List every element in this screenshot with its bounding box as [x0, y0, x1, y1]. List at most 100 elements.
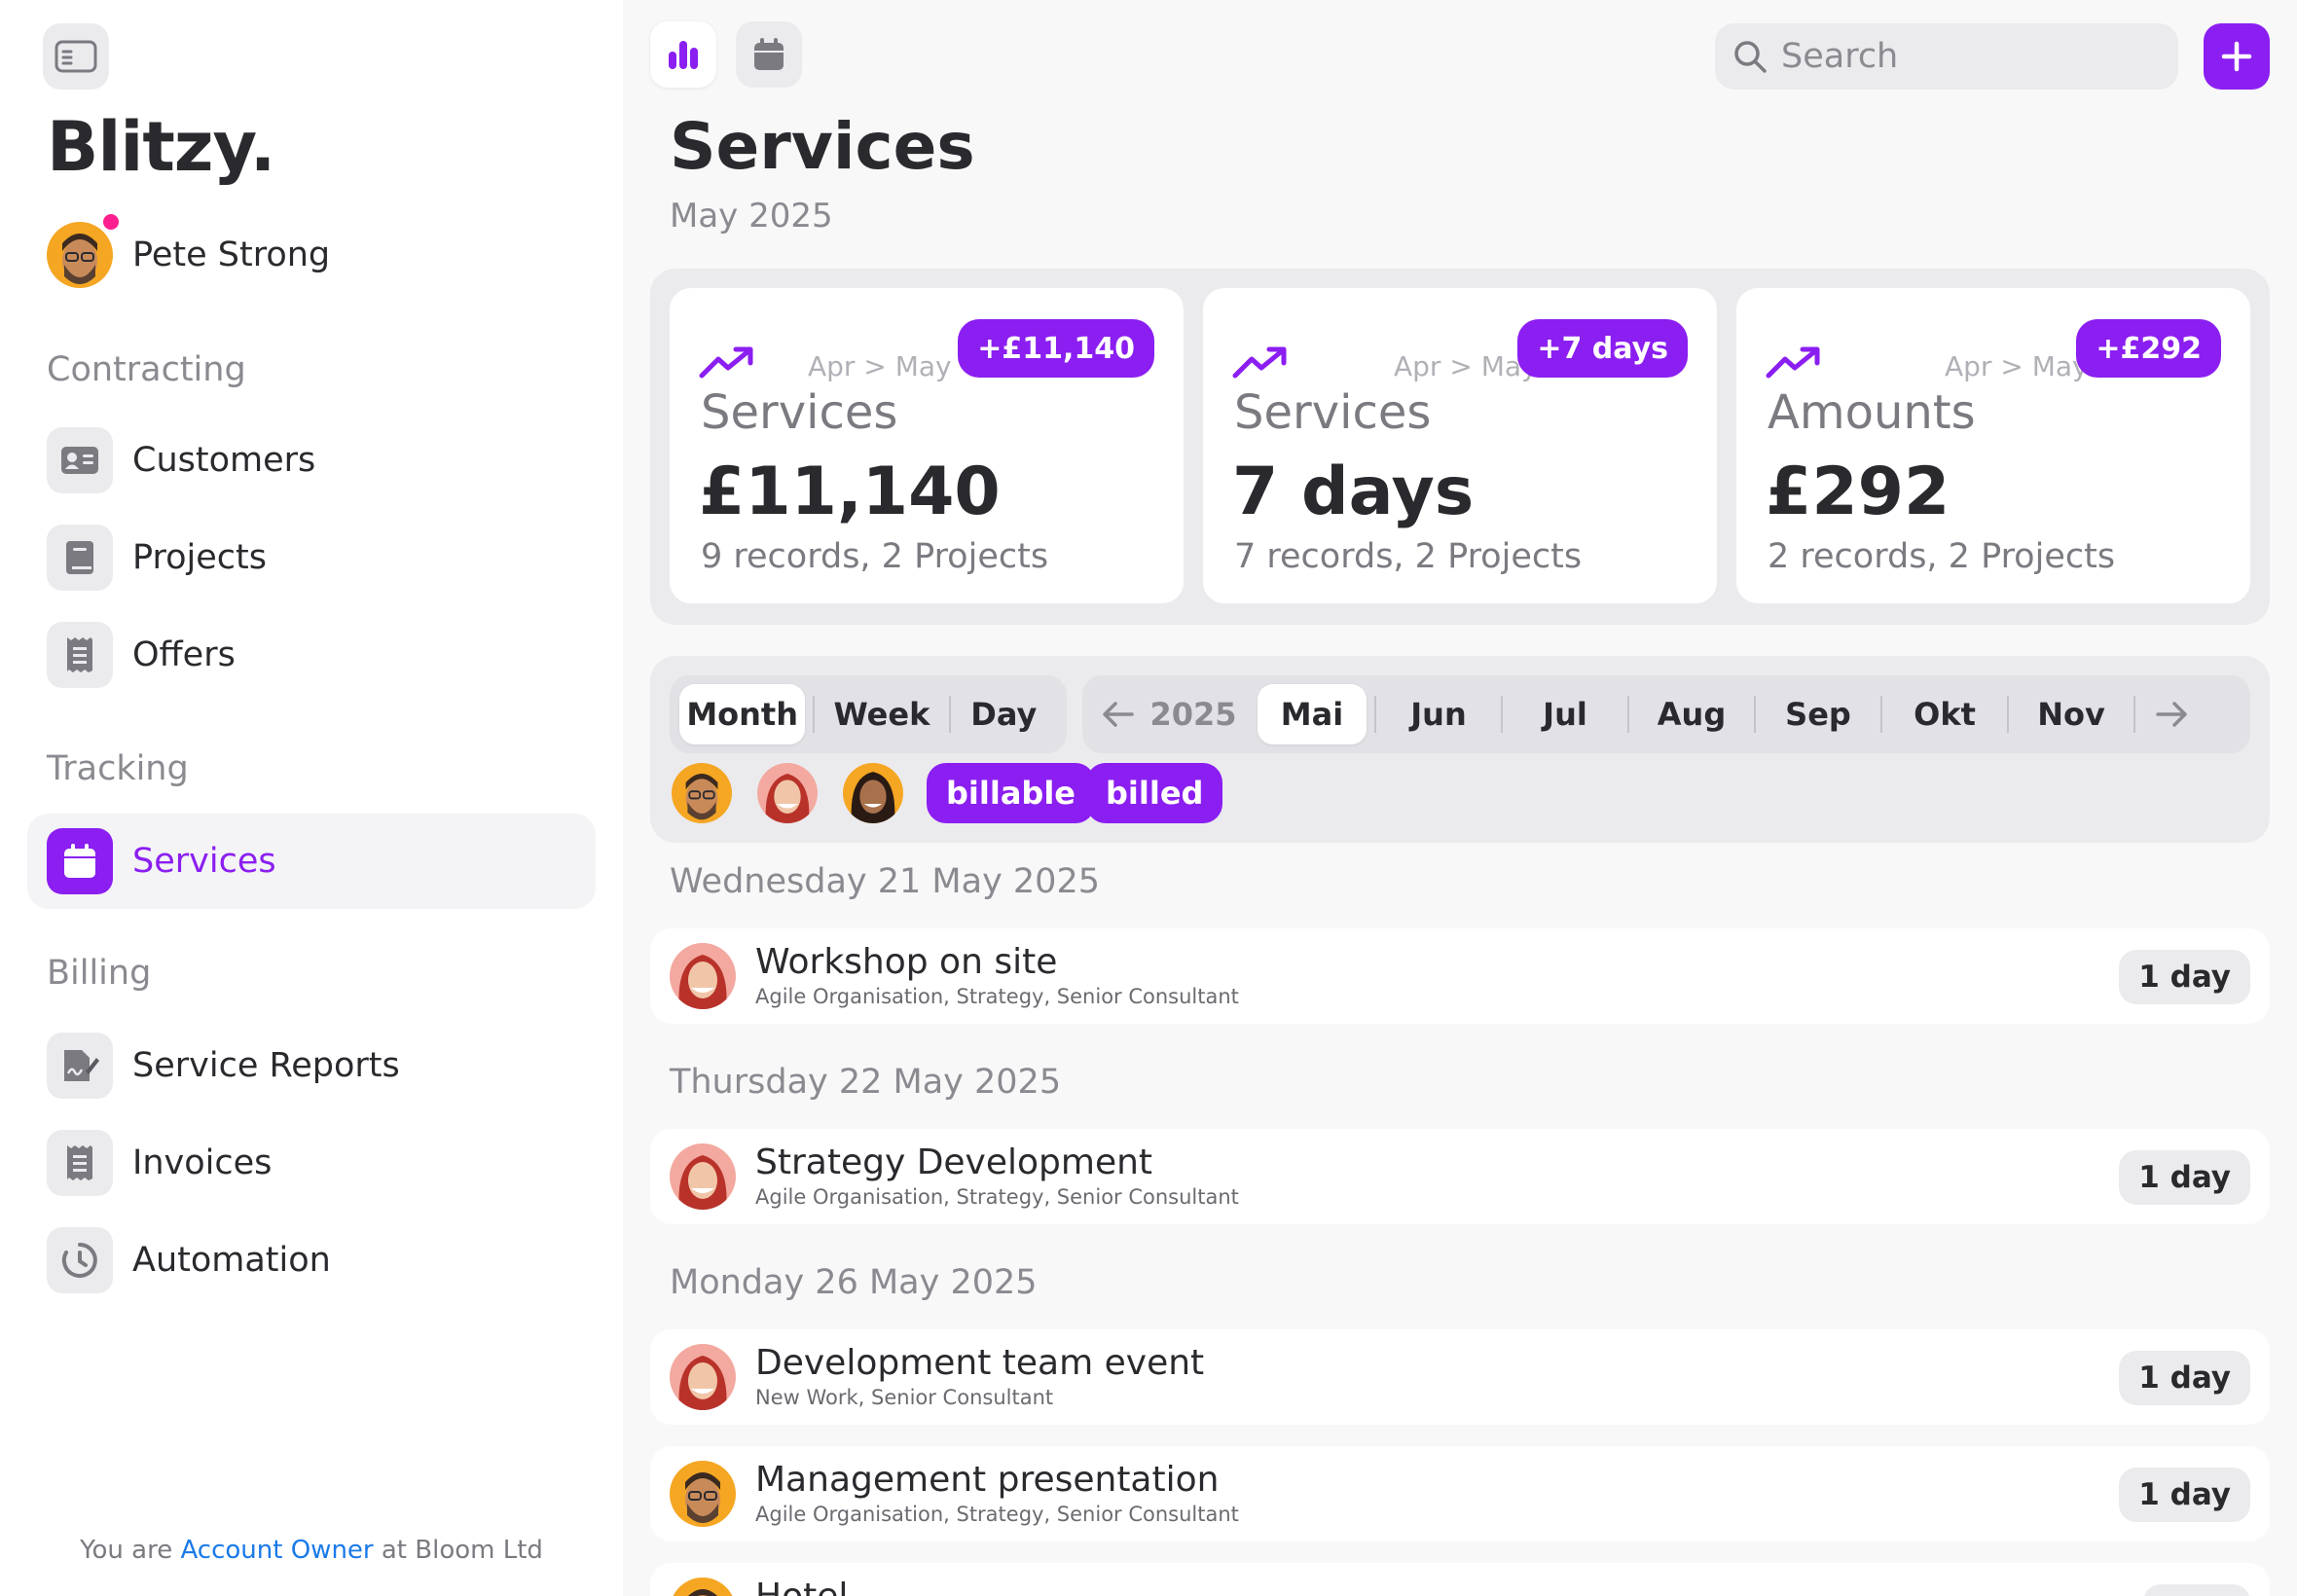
sidebar-item-invoices[interactable]: Invoices: [27, 1115, 596, 1211]
footer-prefix: You are: [80, 1536, 181, 1565]
stat-delta-badge: +£292: [2076, 319, 2221, 378]
period-month[interactable]: Month: [679, 684, 806, 744]
user-profile[interactable]: Pete Strong: [47, 222, 330, 288]
notification-dot: [103, 214, 119, 230]
filter-avatar-pete[interactable]: [672, 763, 732, 823]
stat-label: Services: [1234, 385, 1432, 440]
calendar-icon: [754, 38, 784, 70]
month-aug[interactable]: Aug: [1629, 684, 1754, 744]
id-card-icon: [47, 427, 113, 493]
timer-icon: [47, 1227, 113, 1293]
period-day[interactable]: Day: [951, 684, 1057, 744]
book-icon: [47, 525, 113, 591]
day-header: Monday 26 May 2025: [670, 1263, 1038, 1302]
account-owner-link[interactable]: Account Owner: [180, 1536, 373, 1565]
user-name: Pete Strong: [132, 236, 331, 274]
sidebar-toggle-icon: [55, 40, 97, 73]
list-item[interactable]: Management presentation Agile Organisati…: [650, 1446, 2270, 1542]
sidebar: Blitzy. Pete Strong Contracting Customer…: [0, 0, 623, 1596]
search-box[interactable]: [1715, 23, 2178, 90]
filter-avatar-colleague-1[interactable]: [757, 763, 818, 823]
avatar: [670, 1143, 736, 1210]
entry-subtitle: Agile Organisation, Strategy, Senior Con…: [755, 1185, 1239, 1209]
entry-subtitle: New Work, Senior Consultant: [755, 1386, 1054, 1409]
stat-range: Apr > May: [1945, 350, 2089, 382]
duration-badge: 1 day: [2119, 1150, 2250, 1205]
duration-badge: 1 day: [2119, 1468, 2250, 1522]
stat-records: 9 records, 2 Projects: [701, 537, 1049, 576]
sidebar-item-services[interactable]: Services: [27, 814, 596, 909]
prev-arrow-button[interactable]: [1092, 684, 1145, 744]
period-selector: Month Week Day: [670, 675, 1067, 753]
list-item[interactable]: Strategy Development Agile Organisation,…: [650, 1129, 2270, 1224]
entry-subtitle: Agile Organisation, Strategy, Senior Con…: [755, 985, 1239, 1008]
stat-delta-badge: +7 days: [1517, 319, 1688, 378]
sidebar-item-label: Invoices: [132, 1143, 273, 1182]
next-arrow-button[interactable]: [2141, 684, 2202, 744]
avatar: [670, 1578, 736, 1596]
stat-records: 2 records, 2 Projects: [1768, 537, 2116, 576]
avatar: [47, 222, 113, 288]
sidebar-toggle-button[interactable]: [43, 23, 109, 90]
month-nov[interactable]: Nov: [2009, 684, 2133, 744]
sidebar-item-label: Services: [132, 842, 276, 881]
entry-title: Workshop on site: [755, 942, 1058, 982]
stat-value: 7 days: [1232, 453, 1475, 530]
list-item[interactable]: Development team event New Work, Senior …: [650, 1329, 2270, 1425]
search-input[interactable]: [1781, 37, 2151, 76]
filter-avatar-colleague-2[interactable]: [843, 763, 903, 823]
main-content: Services May 2025 Apr > May +£11,140 Ser…: [623, 0, 2297, 1596]
arrow-left-icon: [1103, 702, 1134, 727]
sidebar-item-automation[interactable]: Automation: [27, 1213, 596, 1308]
day-header: Wednesday 21 May 2025: [670, 862, 1100, 901]
sidebar-item-projects[interactable]: Projects: [27, 510, 596, 605]
section-title-contracting: Contracting: [47, 350, 246, 389]
sidebar-item-label: Customers: [132, 441, 316, 480]
entry-title: Hotel: [755, 1577, 848, 1596]
arrow-right-icon: [2156, 702, 2187, 727]
stat-records: 7 records, 2 Projects: [1234, 537, 1583, 576]
tag-billed[interactable]: billed: [1086, 763, 1223, 823]
month-sep[interactable]: Sep: [1756, 684, 1880, 744]
stat-card-services-amount[interactable]: Apr > May +£11,140 Services £11,140 9 re…: [670, 288, 1184, 603]
stat-value: £11,140: [699, 453, 1001, 530]
month-jul[interactable]: Jul: [1503, 684, 1627, 744]
sidebar-item-service-reports[interactable]: Service Reports: [27, 1018, 596, 1113]
sidebar-item-label: Automation: [132, 1241, 331, 1280]
month-mai[interactable]: Mai: [1258, 684, 1367, 744]
day-header: Thursday 22 May 2025: [670, 1063, 1062, 1102]
signature-icon: [47, 1033, 113, 1099]
entry-title: Development team event: [755, 1343, 1205, 1383]
stat-value: £292: [1766, 453, 1951, 530]
tag-billable[interactable]: billable: [927, 763, 1095, 823]
sidebar-item-customers[interactable]: Customers: [27, 413, 596, 508]
sidebar-item-offers[interactable]: Offers: [27, 607, 596, 703]
trend-up-icon: [1766, 346, 1820, 379]
add-button[interactable]: [2204, 23, 2270, 90]
avatar: [670, 1461, 736, 1527]
trend-up-icon: [699, 346, 753, 379]
entry-subtitle: Agile Organisation, Strategy, Senior Con…: [755, 1503, 1239, 1526]
sidebar-item-label: Service Reports: [132, 1046, 400, 1085]
month-okt[interactable]: Okt: [1882, 684, 2007, 744]
stat-card-amounts[interactable]: Apr > May +£292 Amounts £292 2 records, …: [1736, 288, 2250, 603]
plus-icon: [2221, 41, 2252, 72]
tab-calendar[interactable]: [736, 21, 802, 88]
account-role-note: You are Account Owner at Bloom Ltd: [0, 1536, 623, 1565]
list-item[interactable]: Hotel: [650, 1563, 2270, 1596]
receipt-icon: [47, 1130, 113, 1196]
stat-label: Amounts: [1768, 385, 1976, 440]
month-jun[interactable]: Jun: [1376, 684, 1501, 744]
stat-card-services-days[interactable]: Apr > May +7 days Services 7 days 7 reco…: [1203, 288, 1717, 603]
avatar: [670, 1344, 736, 1410]
calendar-icon: [47, 828, 113, 894]
sidebar-item-label: Projects: [132, 538, 267, 577]
receipt-icon: [47, 622, 113, 688]
period-week[interactable]: Week: [815, 684, 948, 744]
page-title: Services: [670, 109, 975, 184]
trend-up-icon: [1232, 346, 1287, 379]
list-item[interactable]: Workshop on site Agile Organisation, Str…: [650, 928, 2270, 1024]
search-icon: [1734, 41, 1767, 73]
app-logo: Blitzy.: [47, 107, 275, 187]
tab-statistics[interactable]: [650, 21, 716, 88]
